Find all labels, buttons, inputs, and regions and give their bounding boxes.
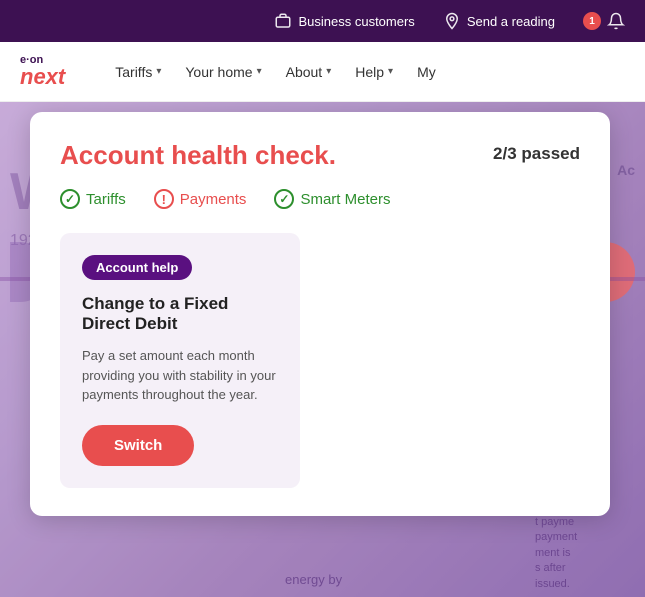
check-item-tariffs: ✓ Tariffs: [60, 189, 126, 209]
nav-item-my[interactable]: My: [407, 56, 446, 88]
nav-item-your-home[interactable]: Your home ▾: [175, 56, 271, 88]
top-bar: Business customers Send a reading 1: [0, 0, 645, 42]
account-help-card: Account help Change to a Fixed Direct De…: [60, 233, 300, 488]
check-warn-icon: !: [154, 189, 174, 209]
nav-item-about[interactable]: About ▾: [276, 56, 342, 88]
bottom-right-text: t payme payment ment is s after issued.: [535, 515, 615, 592]
check-tariffs-label: Tariffs: [86, 191, 126, 208]
main-background: We 192 G Ac Account health check. 2/3 pa…: [0, 102, 645, 597]
nav-help-label: Help: [355, 64, 384, 80]
check-items-row: ✓ Tariffs ! Payments ✓ Smart Meters: [60, 189, 580, 209]
main-nav: Tariffs ▾ Your home ▾ About ▾ Help ▾ My: [105, 56, 445, 88]
notification-count: 1: [583, 12, 601, 30]
send-reading-link[interactable]: Send a reading: [443, 12, 555, 30]
check-item-payments: ! Payments: [154, 189, 247, 209]
modal-passed-count: 2/3 passed: [493, 144, 580, 164]
card-tag: Account help: [82, 255, 192, 280]
switch-button[interactable]: Switch: [82, 425, 194, 466]
check-ok-icon-2: ✓: [274, 189, 294, 209]
header: e·on next Tariffs ▾ Your home ▾ About ▾ …: [0, 42, 645, 102]
card-title: Change to a Fixed Direct Debit: [82, 294, 278, 334]
chevron-down-icon: ▾: [156, 66, 161, 77]
chevron-down-icon: ▾: [257, 66, 262, 77]
nav-item-help[interactable]: Help ▾: [345, 56, 403, 88]
logo-next: next: [20, 66, 65, 88]
check-payments-label: Payments: [180, 191, 247, 208]
bottom-energy-text: energy by: [285, 572, 342, 587]
check-item-smart-meters: ✓ Smart Meters: [274, 189, 390, 209]
check-smart-meters-label: Smart Meters: [300, 191, 390, 208]
check-ok-icon: ✓: [60, 189, 80, 209]
logo[interactable]: e·on next: [20, 55, 65, 88]
modal-header: Account health check. 2/3 passed: [60, 140, 580, 171]
nav-about-label: About: [286, 64, 323, 80]
nav-my-label: My: [417, 64, 436, 80]
chevron-down-icon: ▾: [388, 66, 393, 77]
business-customers-label: Business customers: [298, 14, 414, 29]
notification-bell[interactable]: 1: [583, 12, 625, 30]
send-reading-label: Send a reading: [467, 14, 555, 29]
account-health-modal: Account health check. 2/3 passed ✓ Tarif…: [30, 112, 610, 516]
nav-your-home-label: Your home: [185, 64, 252, 80]
chevron-down-icon: ▾: [326, 66, 331, 77]
modal-title: Account health check.: [60, 140, 336, 171]
nav-tariffs-label: Tariffs: [115, 64, 152, 80]
nav-item-tariffs[interactable]: Tariffs ▾: [105, 56, 171, 88]
business-customers-link[interactable]: Business customers: [274, 12, 414, 30]
card-description: Pay a set amount each month providing yo…: [82, 346, 278, 405]
